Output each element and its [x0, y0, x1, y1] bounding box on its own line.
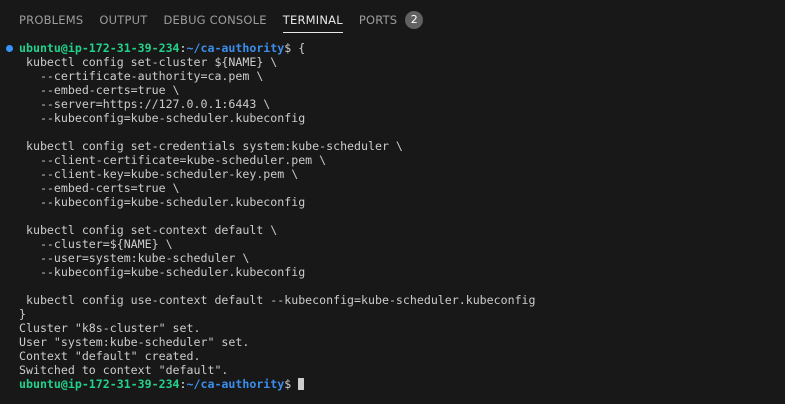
- terminal-current-prompt[interactable]: ubuntu@ip-172-31-39-234:~/ca-authority$: [19, 377, 785, 391]
- terminal-line: --kubeconfig=kube-scheduler.kubeconfig: [19, 265, 306, 279]
- terminal-line: Cluster "k8s-cluster" set.: [19, 321, 201, 335]
- terminal-line: --server=https://127.0.0.1:6443 \: [19, 97, 271, 111]
- prompt-user-host: ubuntu@ip-172-31-39-234: [19, 41, 180, 55]
- prompt-symbol: $: [284, 377, 299, 391]
- tab-ports[interactable]: PORTS 2: [351, 0, 431, 40]
- terminal-line: kubectl config set-context default \: [19, 223, 278, 237]
- terminal-line: Context "default" created.: [19, 349, 201, 363]
- prompt-colon: :: [179, 377, 187, 391]
- bottom-panel: PROBLEMS OUTPUT DEBUG CONSOLE TERMINAL P…: [0, 0, 785, 404]
- prompt-symbol: $: [284, 41, 299, 55]
- terminal-line: --client-certificate=kube-scheduler.pem …: [19, 153, 327, 167]
- terminal-line: }: [19, 307, 26, 321]
- tab-ports-label: PORTS: [358, 13, 398, 27]
- command-status-dot-icon: [6, 45, 13, 52]
- tab-problems-label: PROBLEMS: [19, 13, 84, 27]
- tab-output[interactable]: OUTPUT: [91, 0, 155, 40]
- tab-terminal-label: TERMINAL: [282, 13, 343, 27]
- terminal-line: --embed-certs=true \: [19, 83, 180, 97]
- terminal-line: --embed-certs=true \: [19, 181, 180, 195]
- terminal-output[interactable]: ubuntu@ip-172-31-39-234:~/ca-authority$ …: [0, 40, 785, 404]
- prompt-user-host: ubuntu@ip-172-31-39-234: [19, 377, 180, 391]
- prompt-path: ~/ca-authority: [186, 41, 285, 55]
- terminal-line: --user=system:kube-scheduler \: [19, 251, 250, 265]
- terminal-cursor: [298, 378, 305, 390]
- terminal-line: --kubeconfig=kube-scheduler.kubeconfig: [19, 195, 306, 209]
- terminal-line: kubectl config use-context default --kub…: [19, 293, 536, 307]
- terminal-line: User "system:kube-scheduler" set.: [19, 335, 250, 349]
- tab-terminal[interactable]: TERMINAL: [275, 0, 351, 40]
- terminal-line: --certificate-authority=ca.pem \: [19, 69, 264, 83]
- terminal-line: kubectl config set-cluster ${NAME} \: [19, 55, 278, 69]
- terminal-line: --kubeconfig=kube-scheduler.kubeconfig: [19, 111, 306, 125]
- tab-problems[interactable]: PROBLEMS: [11, 0, 91, 40]
- terminal-line: Switched to context "default".: [19, 363, 229, 377]
- tab-output-label: OUTPUT: [99, 13, 148, 27]
- tab-debug-console[interactable]: DEBUG CONSOLE: [155, 0, 274, 40]
- prompt-path: ~/ca-authority: [186, 377, 285, 391]
- tab-debug-console-label: DEBUG CONSOLE: [163, 13, 267, 27]
- terminal-line: --cluster=${NAME} \: [19, 237, 173, 251]
- ports-count-badge: 2: [405, 11, 424, 29]
- terminal-line: kubectl config set-credentials system:ku…: [19, 139, 403, 153]
- command-text: {: [298, 41, 306, 55]
- panel-tab-bar: PROBLEMS OUTPUT DEBUG CONSOLE TERMINAL P…: [0, 0, 785, 40]
- terminal-line: --client-key=kube-scheduler-key.pem \: [19, 167, 299, 181]
- prompt-colon: :: [179, 41, 187, 55]
- terminal-prompt-line: ubuntu@ip-172-31-39-234:~/ca-authority$ …: [19, 41, 785, 55]
